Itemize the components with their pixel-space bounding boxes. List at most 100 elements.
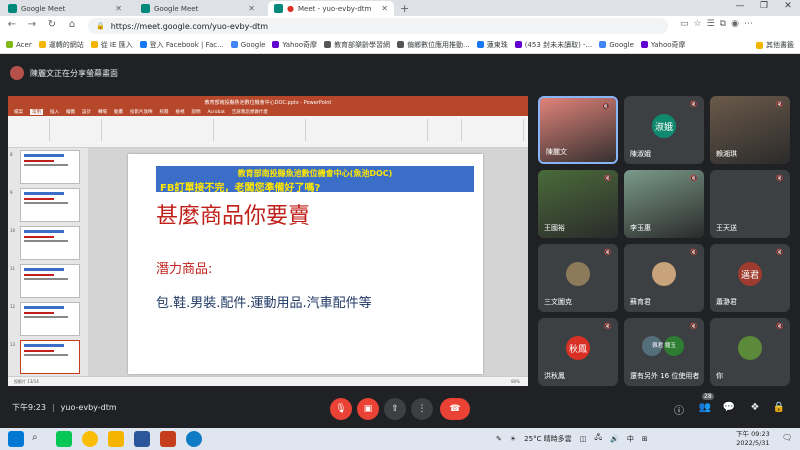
bookmark-item[interactable]: Yahoo奇摩 [272,40,317,50]
participant-name: 你 [716,372,723,380]
ppt-menu-item[interactable]: 動畫 [114,109,123,115]
weather-icon[interactable]: ☀ [510,435,516,443]
new-tab-button[interactable]: + [400,2,409,15]
bookmark-item[interactable]: 偏鄉數位應用推動... [397,40,470,50]
minimize-icon[interactable]: — [728,1,752,11]
ppt-menu-item[interactable]: 轉場 [98,109,107,115]
maximize-icon[interactable]: ❐ [752,1,776,11]
bookmark-label: Google [609,40,634,49]
star-icon[interactable]: ☆ [694,19,702,29]
close-icon[interactable]: ✕ [115,4,122,13]
weather-text[interactable]: 25°C 晴時多雲 [524,434,572,444]
ppt-menu-item[interactable]: Acrobat [208,110,225,115]
tray-icon[interactable]: ◫ [580,435,587,443]
more-options-button[interactable]: ⋮ [411,398,433,420]
participant-tile[interactable]: 你 🔇 [710,318,790,386]
reading-list-icon[interactable]: ☰ [707,19,715,29]
clock[interactable]: 下午 09:23 2022/5/31 [736,430,770,448]
participant-tile[interactable]: 秋鳳 洪秋鳳 🔇 [538,318,618,386]
ppt-menu-item[interactable]: 繪圖 [66,109,75,115]
bookmark-item[interactable]: Yahoo奇摩 [640,40,686,50]
edge-icon[interactable] [186,431,202,447]
bookmark-item[interactable]: 教育部樂齡學習網 [324,40,390,50]
bookmark-item[interactable]: (453 封未未讀取) -... [514,40,592,50]
ppt-menu-item[interactable]: 常用 [30,109,43,115]
bookmark-item[interactable]: 從 IE 匯入 [90,40,133,50]
host-controls-icon[interactable]: 🔒 [772,402,786,416]
ppt-menu-item[interactable]: 插入 [50,109,59,115]
bookmark-item[interactable]: Google [599,41,634,49]
mic-button[interactable]: 🎙 [330,398,352,420]
input-language[interactable]: 中 [627,434,634,444]
close-icon[interactable]: ✕ [381,4,388,13]
more-menu-icon[interactable]: ⋯ [744,19,753,29]
bookmark-favicon-icon [38,41,46,48]
slide-thumbnail[interactable] [20,264,80,298]
participant-name: 陳淑娥 [630,150,651,158]
tab-google-meet-1[interactable]: Google Meet ✕ [2,1,128,16]
reload-icon[interactable]: ↻ [44,19,60,30]
ime-icon[interactable]: ⊞ [642,435,648,443]
participant-tile[interactable]: 三文圖克 🔇 [538,244,618,312]
profile-icon[interactable]: ◉ [731,19,739,29]
ppt-menu-item[interactable]: 校閱 [160,109,169,115]
bookmark-item[interactable]: 登入 Facebook | Fac... [139,40,224,50]
powerpoint-icon[interactable] [160,431,176,447]
volume-icon[interactable]: 🔊 [610,435,619,443]
close-window-icon[interactable]: ✕ [776,1,800,11]
other-bookmarks[interactable]: 其他書籤 [756,40,794,50]
camera-permission-icon[interactable]: ▭ [680,19,689,29]
close-icon[interactable]: ✕ [248,4,255,13]
participant-tile[interactable]: 邁君 蕭瀞君 🔇 [710,244,790,312]
leave-call-button[interactable]: ☎ [440,398,470,420]
tab-google-meet-2[interactable]: Google Meet ✕ [135,1,261,16]
line-app-icon[interactable] [56,431,72,447]
ppt-menu-item[interactable]: 檢視 [176,109,185,115]
participant-tile[interactable]: 淑娥 陳淑娥 🔇 [624,96,704,164]
slide-thumbnail[interactable] [20,188,80,222]
back-icon[interactable]: ← [4,19,20,30]
people-button[interactable]: 👥 28 [698,393,714,416]
pen-icon[interactable]: ✎ [496,435,502,443]
network-icon[interactable]: 🖧 [594,433,602,444]
ppt-menu-item[interactable]: 投影片放映 [130,109,153,115]
bookmark-item[interactable]: Acer [6,41,32,49]
chat-icon[interactable]: 💬 [722,402,736,416]
participant-tile[interactable]: 王國裕 🔇 [538,170,618,238]
participant-tile[interactable]: 蘇育君 🔇 [624,244,704,312]
tab-title: Google Meet [154,4,199,13]
url-text: https://meet.google.com/yuo-evby-dtm [110,21,269,31]
activities-icon[interactable]: ❖ [748,402,762,416]
slide-thumbnail[interactable] [20,150,80,184]
tab-meet-active[interactable]: ● Meet - yuo-evby-dtm ✕ [268,1,394,16]
slide-thumbnail[interactable] [20,226,80,260]
search-icon[interactable]: ⌕ [32,432,38,443]
ppt-menu-item[interactable]: 告訴我您想做什麼 [232,109,268,115]
word-icon[interactable] [134,431,150,447]
bookmark-item[interactable]: 蓮東珠 [476,40,508,50]
bookmark-item[interactable]: 運轉的網站 [38,40,84,50]
slide-thumbnail[interactable] [20,340,80,374]
collections-icon[interactable]: ⧉ [720,19,726,29]
bookmark-item[interactable]: Google [230,41,265,49]
participant-tile[interactable]: 佩君 鐘玉 還有另外 16 位使用者 🔇 [624,318,704,386]
ppt-menu-item[interactable]: 說明 [192,109,201,115]
slide-thumbnail[interactable] [20,302,80,336]
participant-tile[interactable]: 王天送 🔇 [710,170,790,238]
ppt-menu-item[interactable]: 設計 [82,109,91,115]
participant-tile[interactable]: 陳麗文 🔇 [538,96,618,164]
folder-icon [756,41,763,49]
windows-start-icon[interactable] [8,431,24,447]
notification-icon[interactable]: 🗨 [782,433,792,442]
file-explorer-icon[interactable] [108,431,124,447]
info-icon[interactable]: ⓘ [672,402,686,417]
chrome-icon[interactable] [82,431,98,447]
participant-tile[interactable]: 賴湘琪 🔇 [710,96,790,164]
participant-tile[interactable]: 李玉惠 🔇 [624,170,704,238]
url-field[interactable]: 🔒 https://meet.google.com/yuo-evby-dtm [88,18,668,34]
ppt-menu-item[interactable]: 檔案 [14,109,23,115]
home-icon[interactable]: ⌂ [64,19,80,30]
camera-button[interactable]: ▣ [357,398,379,420]
present-button[interactable]: ⇧ [384,398,406,420]
forward-icon[interactable]: → [24,19,40,30]
